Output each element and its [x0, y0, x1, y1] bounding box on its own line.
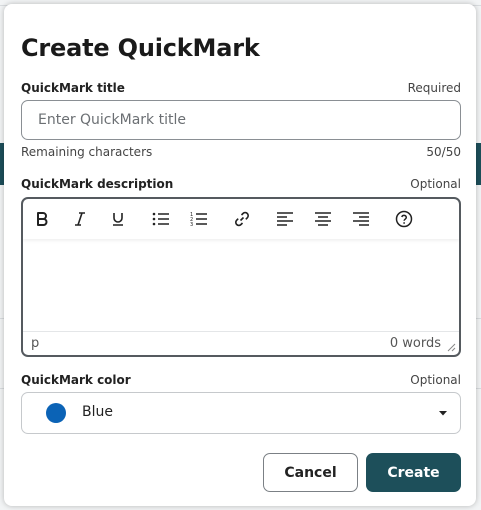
bold-button[interactable] — [30, 207, 54, 231]
cancel-button[interactable]: Cancel — [263, 453, 358, 492]
create-button[interactable]: Create — [366, 453, 461, 492]
editor-toolbar: 1 2 3 — [23, 199, 459, 239]
bullet-list-icon — [152, 212, 169, 226]
bold-icon — [37, 212, 48, 226]
help-button[interactable] — [392, 207, 416, 231]
caret-down-icon — [439, 411, 447, 416]
quickmark-title-input[interactable] — [21, 100, 461, 140]
numbered-list-button[interactable]: 1 2 3 — [187, 207, 211, 231]
color-optional-hint: Optional — [410, 373, 461, 387]
color-swatch — [46, 403, 66, 423]
underline-icon — [113, 213, 123, 226]
element-path: p — [31, 336, 40, 351]
description-field-label: QuickMark description — [21, 177, 174, 191]
numbered-list-icon: 1 2 3 — [190, 212, 207, 227]
remaining-characters-label: Remaining characters — [21, 145, 153, 159]
description-rich-text-editor: 1 2 3 p 0 words — [21, 197, 461, 357]
align-left-button[interactable] — [273, 207, 297, 231]
align-center-icon — [315, 212, 331, 226]
align-right-icon — [353, 212, 369, 226]
italic-button[interactable] — [68, 207, 92, 231]
word-count: 0 words — [389, 336, 441, 351]
help-icon — [395, 210, 413, 228]
selected-color-label: Blue — [82, 404, 113, 420]
italic-icon — [75, 212, 85, 226]
link-icon — [235, 211, 249, 227]
resize-handle-icon[interactable] — [447, 343, 456, 352]
align-left-icon — [277, 212, 293, 226]
align-right-button[interactable] — [349, 207, 373, 231]
color-field-label: QuickMark color — [21, 373, 131, 387]
underline-button[interactable] — [106, 207, 130, 231]
svg-text:3: 3 — [190, 222, 193, 227]
link-button[interactable] — [230, 207, 254, 231]
editor-statusbar: p 0 words — [23, 331, 459, 355]
remaining-characters-count: 50/50 — [426, 145, 461, 159]
title-required-hint: Required — [407, 81, 461, 95]
align-center-button[interactable] — [311, 207, 335, 231]
create-quickmark-dialog: Create QuickMark QuickMark title Require… — [4, 4, 476, 506]
title-field-label: QuickMark title — [21, 81, 125, 95]
description-optional-hint: Optional — [410, 177, 461, 191]
description-editor-area[interactable] — [23, 239, 459, 330]
dialog-title: Create QuickMark — [21, 34, 260, 62]
quickmark-color-select[interactable]: Blue — [21, 392, 461, 434]
bullet-list-button[interactable] — [149, 207, 173, 231]
